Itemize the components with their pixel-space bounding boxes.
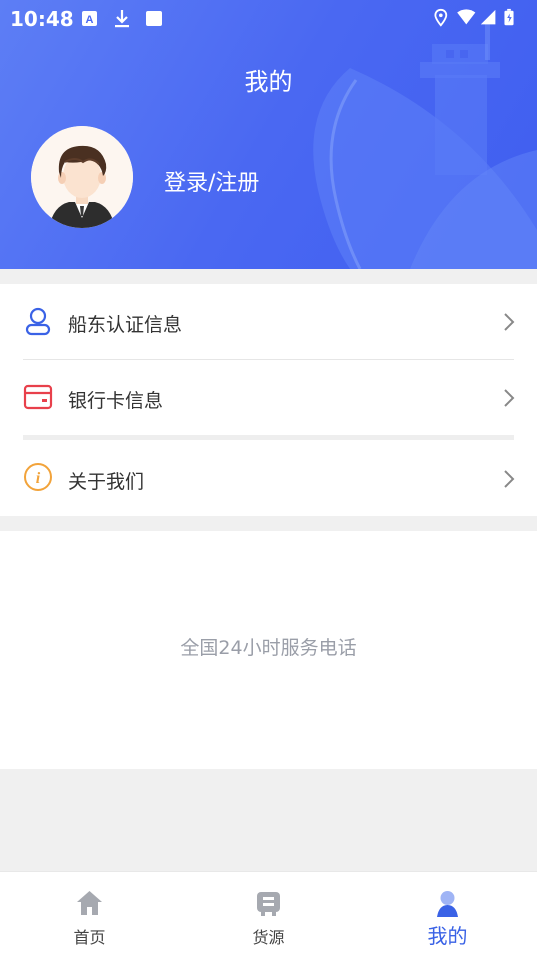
status-bar: 10:48 A — [0, 0, 537, 36]
square-notification-icon — [146, 11, 162, 26]
person-icon — [25, 307, 51, 336]
battery-icon — [504, 8, 514, 26]
svg-text:A: A — [86, 14, 94, 26]
cargo-icon — [257, 892, 280, 916]
home-icon — [77, 891, 102, 915]
service-hotline-text[interactable]: 全国24小时服务电话 — [0, 633, 537, 660]
nav-item-label: 我的 — [427, 924, 468, 948]
profile-header: 10:48 A 我的 登录/注册 — [0, 0, 537, 269]
menu-item-label: 关于我们 — [68, 471, 145, 493]
download-icon — [115, 10, 129, 28]
nav-item-home[interactable]: 首页 — [0, 872, 179, 956]
avatar[interactable] — [31, 126, 133, 228]
page-title: 我的 — [244, 68, 293, 96]
status-time: 10:48 — [10, 7, 74, 31]
status-left-icons: A — [82, 10, 162, 28]
login-register-link[interactable]: 登录/注册 — [164, 165, 259, 197]
menu-item-label: 银行卡信息 — [68, 390, 164, 412]
menu-item-about-us[interactable]: i 关于我们 — [0, 440, 537, 515]
chevron-right-icon — [504, 470, 515, 488]
bottom-navigation: 首页 货源 我的 — [0, 871, 537, 956]
chevron-right-icon — [504, 389, 515, 407]
info-icon: i — [24, 463, 52, 491]
nav-item-label: 货源 — [252, 928, 285, 947]
profile-icon — [437, 891, 458, 917]
location-icon — [434, 8, 448, 27]
nav-item-profile[interactable]: 我的 — [358, 872, 537, 956]
nav-item-label: 首页 — [73, 928, 106, 947]
avatar-illustration — [31, 126, 133, 228]
wifi-icon — [457, 9, 476, 25]
cell-signal-icon — [480, 9, 496, 25]
service-section: 全国24小时服务电话 — [0, 531, 537, 769]
menu-list: 船东认证信息 银行卡信息 i 关于我们 — [0, 284, 537, 516]
chevron-right-icon — [504, 313, 515, 331]
card-icon — [23, 384, 53, 410]
menu-item-bank-card[interactable]: 银行卡信息 — [0, 360, 537, 435]
a-notification-icon: A — [82, 11, 97, 26]
menu-item-shipowner-certification[interactable]: 船东认证信息 — [0, 284, 537, 359]
menu-item-label: 船东认证信息 — [68, 314, 183, 336]
nav-item-cargo[interactable]: 货源 — [179, 872, 358, 956]
svg-text:i: i — [36, 470, 41, 487]
status-right-icons — [434, 8, 514, 27]
